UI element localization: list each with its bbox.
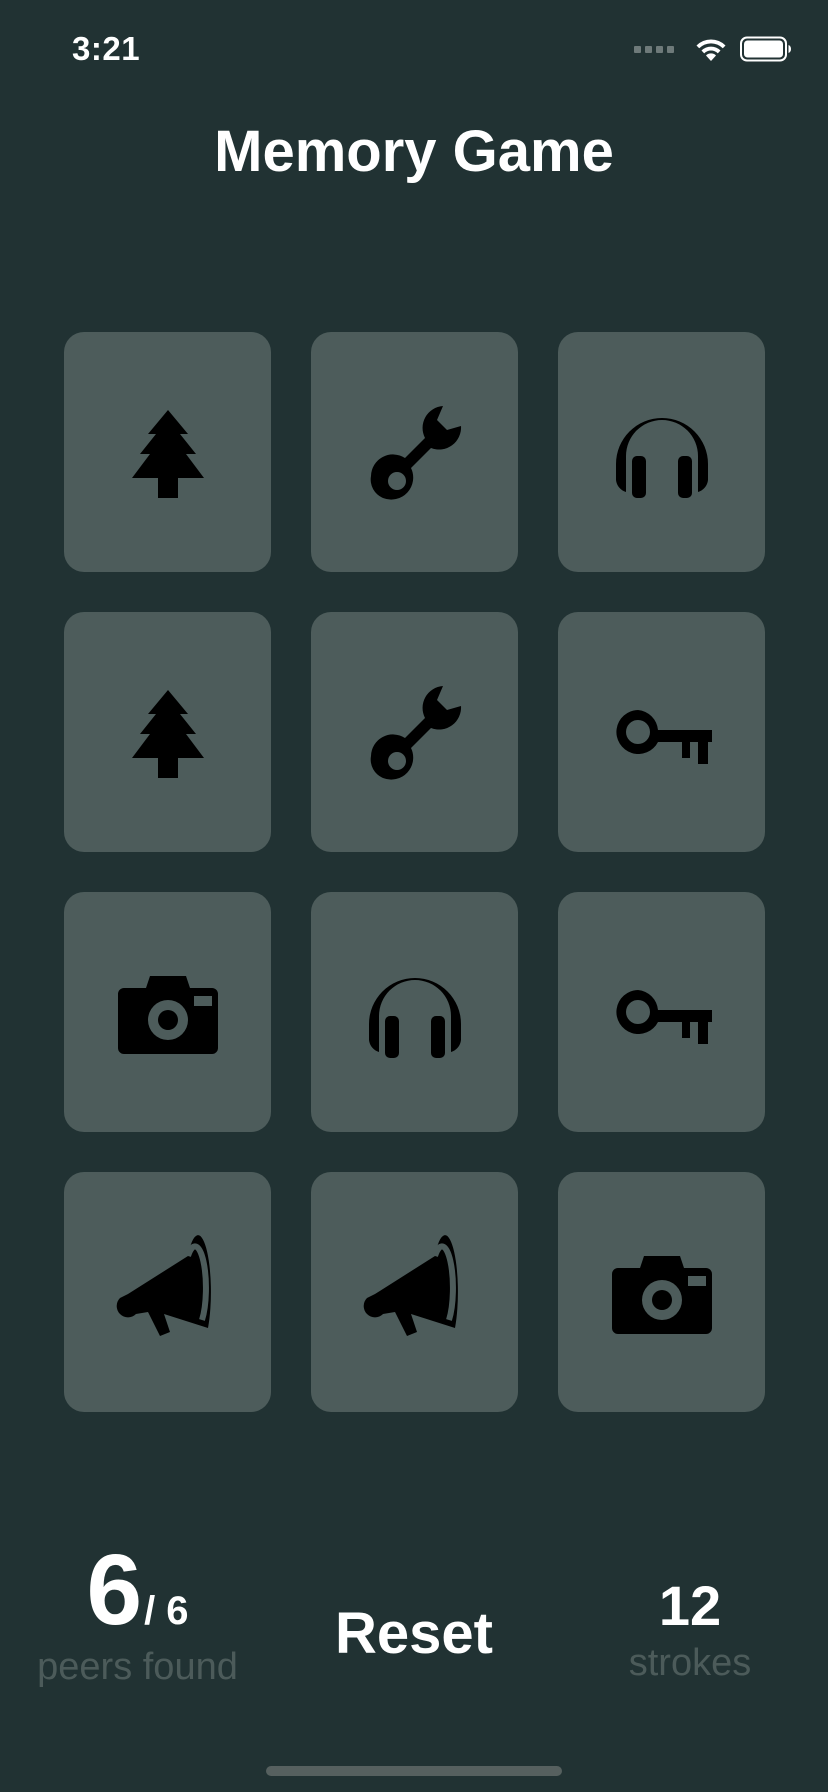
strokes-panel: 12 strokes [610, 1578, 770, 1685]
status-time: 3:21 [72, 30, 141, 67]
wrench-icon [370, 686, 461, 780]
game-card[interactable] [558, 332, 765, 572]
home-indicator[interactable] [266, 1766, 562, 1776]
camera-icon [117, 976, 218, 1054]
tree-icon [131, 690, 204, 778]
headphones-icon [368, 978, 461, 1058]
tree-icon [131, 410, 204, 498]
strokes-label: strokes [628, 1642, 752, 1684]
status-bar: 3:21 [0, 0, 828, 100]
game-card[interactable] [558, 892, 765, 1132]
strokes-count: 12 [658, 1574, 722, 1637]
megaphone-icon [116, 1235, 211, 1336]
cellular-signal-icon [634, 45, 674, 53]
game-card[interactable] [311, 892, 518, 1132]
pairs-found-count: 6 [86, 1534, 143, 1646]
megaphone-icon [363, 1235, 458, 1336]
wrench-icon [370, 406, 461, 500]
pairs-total: / 6 [144, 1589, 189, 1633]
camera-icon [611, 1256, 712, 1334]
score-panel: 6 / 6 peers found [30, 1540, 245, 1689]
game-card[interactable] [311, 1172, 518, 1412]
game-card[interactable] [64, 612, 271, 852]
game-card[interactable] [64, 1172, 271, 1412]
headphones-icon [615, 418, 708, 498]
card-grid [64, 332, 765, 1412]
game-card[interactable] [64, 892, 271, 1132]
game-card[interactable] [558, 612, 765, 852]
reset-button[interactable]: Reset [314, 1598, 514, 1668]
key-icon [615, 710, 712, 764]
game-card[interactable] [558, 1172, 765, 1412]
pairs-found-label: peers found [37, 1646, 238, 1688]
page-title: Memory Game [214, 119, 614, 184]
status-icons [634, 36, 792, 62]
wifi-icon [696, 39, 726, 61]
game-card[interactable] [311, 612, 518, 852]
game-card[interactable] [311, 332, 518, 572]
game-card[interactable] [64, 332, 271, 572]
battery-icon [740, 36, 791, 62]
key-icon [615, 990, 712, 1044]
